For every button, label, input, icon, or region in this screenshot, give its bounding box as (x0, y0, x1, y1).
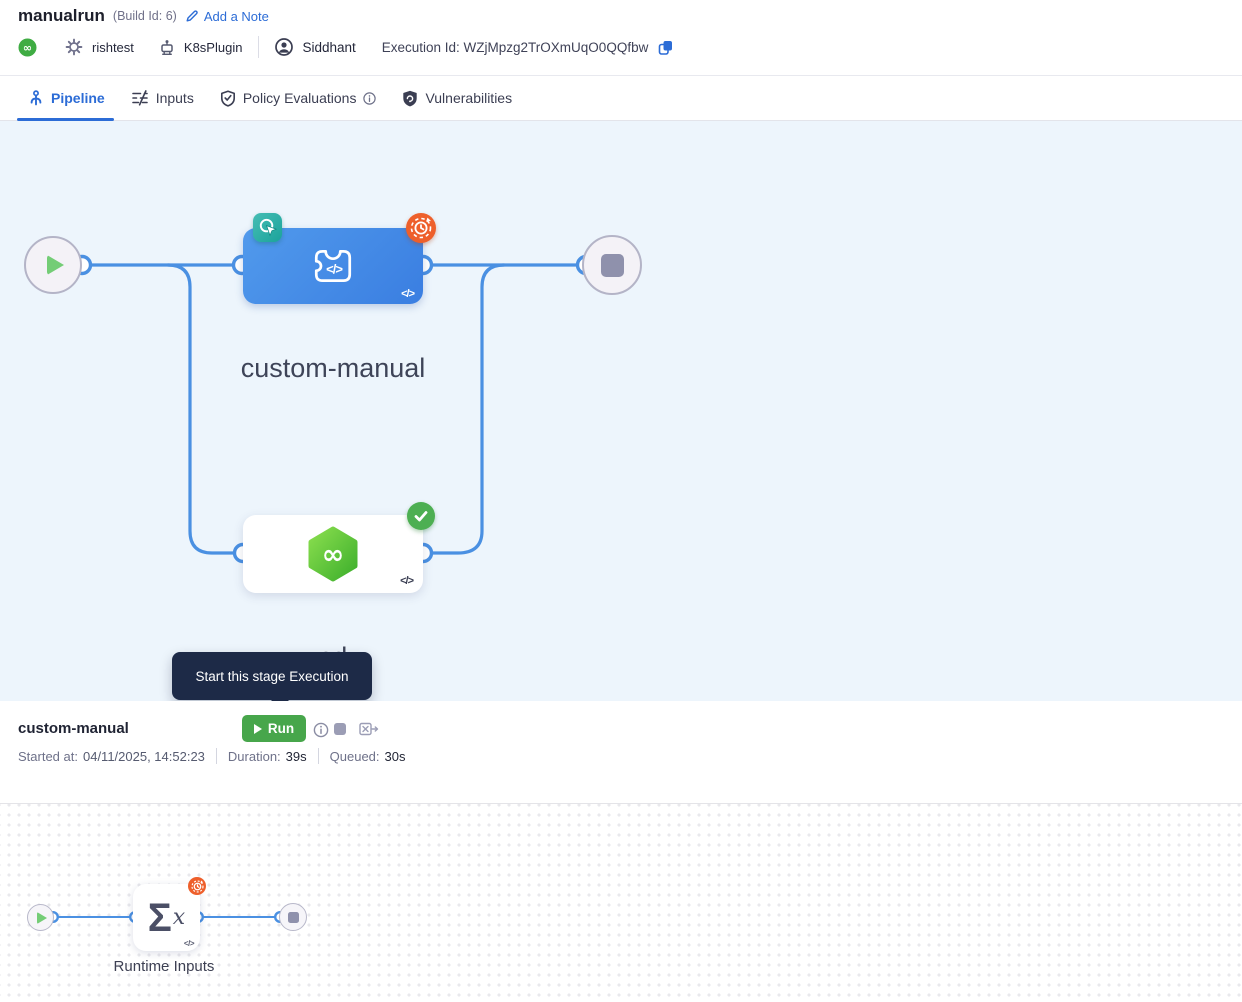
mini-waiting-badge (188, 877, 206, 895)
project-name: rishtest (92, 40, 134, 55)
tab-inputs[interactable]: Inputs (131, 90, 194, 106)
mini-start-node (27, 904, 54, 931)
end-node (582, 235, 642, 295)
custom-stage-icon: </> (310, 245, 356, 287)
duration-label: Duration: (228, 749, 281, 764)
delegate-icon (159, 39, 175, 56)
tab-pipeline[interactable]: Pipeline (28, 90, 105, 106)
stop-button[interactable] (334, 723, 346, 735)
cursor-click-icon (256, 216, 279, 239)
check-icon (412, 507, 430, 525)
started-label: Started at: (18, 749, 78, 764)
stage-node-custom-manual[interactable]: </> </> (243, 228, 423, 304)
run-button[interactable]: Run (242, 715, 306, 742)
execution-header: manualrun (Build Id: 6) Add a Note ∞ ris… (0, 0, 1242, 76)
pipeline-canvas[interactable]: </> </> custom-manual (0, 121, 1242, 701)
vulnerabilities-shield-icon (402, 90, 418, 107)
start-node (24, 236, 82, 294)
tab-label: Vulnerabilities (425, 90, 512, 106)
delegate-name: K8sPlugin (184, 40, 243, 55)
run-play-icon (254, 724, 262, 734)
build-id: (Build Id: 6) (113, 9, 177, 23)
duration-value: 39s (286, 749, 307, 764)
abort-icon (359, 722, 379, 737)
code-badge: </> (184, 939, 194, 948)
user-icon (275, 38, 293, 56)
tab-bar: Pipeline Inputs Policy Evaluations (0, 76, 1242, 121)
stop-icon (601, 254, 624, 277)
svg-text:∞: ∞ (23, 41, 32, 54)
queued-label: Queued: (330, 749, 380, 764)
play-icon (47, 255, 64, 275)
stop-icon (288, 912, 299, 923)
clock-icon (190, 879, 205, 894)
stage-meta-row: Started at: 04/11/2025, 14:52:23 Duratio… (18, 748, 405, 764)
user-name: Siddhant (302, 40, 355, 55)
stage1-label: custom-manual (193, 353, 473, 384)
stop-square-icon (334, 723, 346, 735)
page-title: manualrun (18, 6, 105, 26)
execution-graph-canvas[interactable]: Σ x </> Runtime Inputs (0, 803, 1242, 1001)
stage-name: custom-manual (18, 720, 129, 737)
tab-label: Pipeline (51, 90, 105, 106)
divider (258, 36, 259, 58)
run-stage-tooltip: Start this stage Execution (172, 652, 372, 700)
copy-icon[interactable] (657, 39, 674, 56)
policy-shield-icon (220, 90, 236, 107)
divider (216, 748, 217, 764)
code-badge: </> (401, 288, 414, 300)
code-badge: </> (400, 575, 413, 587)
info-circle-icon (313, 722, 329, 738)
info-button[interactable] (313, 722, 329, 738)
inputs-icon (131, 90, 149, 106)
tab-label: Policy Evaluations (243, 90, 357, 106)
waiting-badge (406, 213, 436, 243)
header-meta-row: ∞ rishtest K8sPlugin (18, 36, 674, 58)
cursor-click-badge (253, 213, 282, 242)
success-badge (407, 502, 435, 530)
svg-text:∞: ∞ (322, 540, 345, 571)
started-value: 04/11/2025, 14:52:23 (83, 749, 205, 764)
runtime-inputs-node[interactable]: Σ x </> (133, 884, 200, 951)
stage-node-cd[interactable]: ∞ </> (243, 515, 423, 593)
add-note-label: Add a Note (204, 9, 269, 24)
divider (318, 748, 319, 764)
clock-icon (408, 215, 434, 241)
play-icon (37, 912, 47, 924)
add-note-button[interactable]: Add a Note (185, 9, 269, 24)
runtime-inputs-label: Runtime Inputs (84, 958, 244, 975)
harness-hexagon-icon: ∞ (304, 525, 362, 583)
abort-expired-button[interactable] (359, 722, 379, 737)
header-title-row: manualrun (Build Id: 6) Add a Note (18, 3, 269, 29)
sigma-x: x (173, 905, 185, 930)
svg-text:</>: </> (326, 262, 343, 277)
sigma-icon: Σ (148, 898, 172, 938)
info-icon (363, 92, 376, 105)
queued-value: 30s (385, 749, 406, 764)
tab-vulnerabilities[interactable]: Vulnerabilities (402, 90, 512, 107)
tab-policy-evaluations[interactable]: Policy Evaluations (220, 90, 377, 107)
execution-id: Execution Id: WZjMpzg2TrOXmUqO0QQfbw (382, 40, 649, 55)
run-label: Run (268, 721, 294, 736)
mini-end-node (279, 903, 307, 931)
connector-svg (0, 121, 1242, 701)
gear-icon (65, 38, 83, 56)
tab-label: Inputs (156, 90, 194, 106)
harness-module-icon: ∞ (18, 38, 37, 57)
pipeline-icon (28, 90, 44, 106)
pencil-icon (185, 9, 199, 23)
